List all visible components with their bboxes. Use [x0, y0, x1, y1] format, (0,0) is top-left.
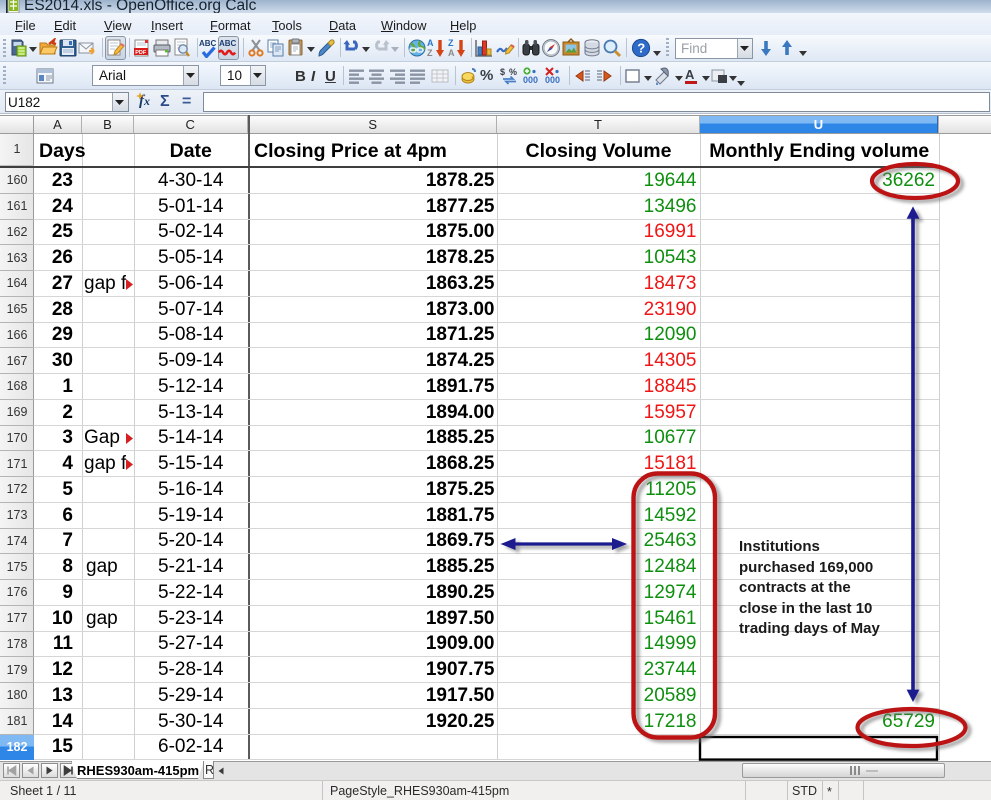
svg-text:ABC: ABC	[199, 39, 217, 48]
svg-text:Z: Z	[427, 48, 433, 58]
svg-text:A: A	[448, 48, 455, 58]
svg-text:$: $	[500, 67, 505, 77]
svg-text:A: A	[685, 67, 695, 82]
svg-text:PDF: PDF	[135, 50, 147, 56]
svg-text:000: 000	[545, 75, 560, 85]
svg-text:?: ?	[637, 41, 645, 56]
svg-text:ABC: ABC	[219, 39, 237, 48]
svg-text:Z: Z	[448, 38, 454, 48]
svg-text:%: %	[509, 67, 517, 77]
svg-text:,: ,	[471, 69, 474, 81]
svg-text:A: A	[427, 38, 434, 48]
svg-text:000: 000	[523, 75, 538, 85]
